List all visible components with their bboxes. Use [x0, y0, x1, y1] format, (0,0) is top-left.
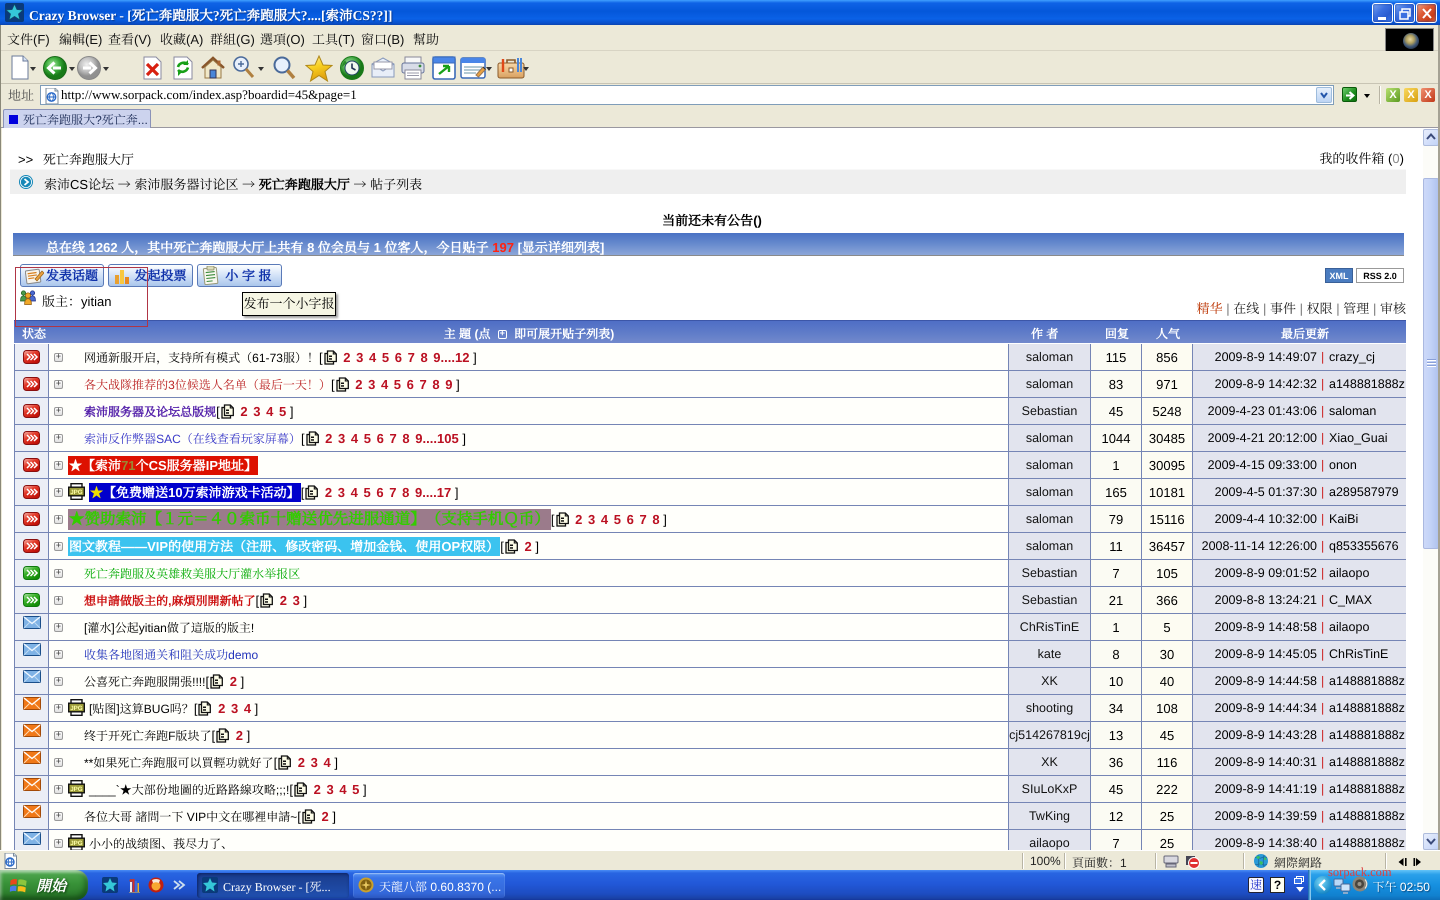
svg-text:JPG: JPG: [70, 705, 83, 712]
svg-text:JPG: JPG: [70, 786, 83, 793]
svg-text:JPG: JPG: [70, 840, 83, 847]
svg-text:JPG: JPG: [70, 489, 83, 496]
